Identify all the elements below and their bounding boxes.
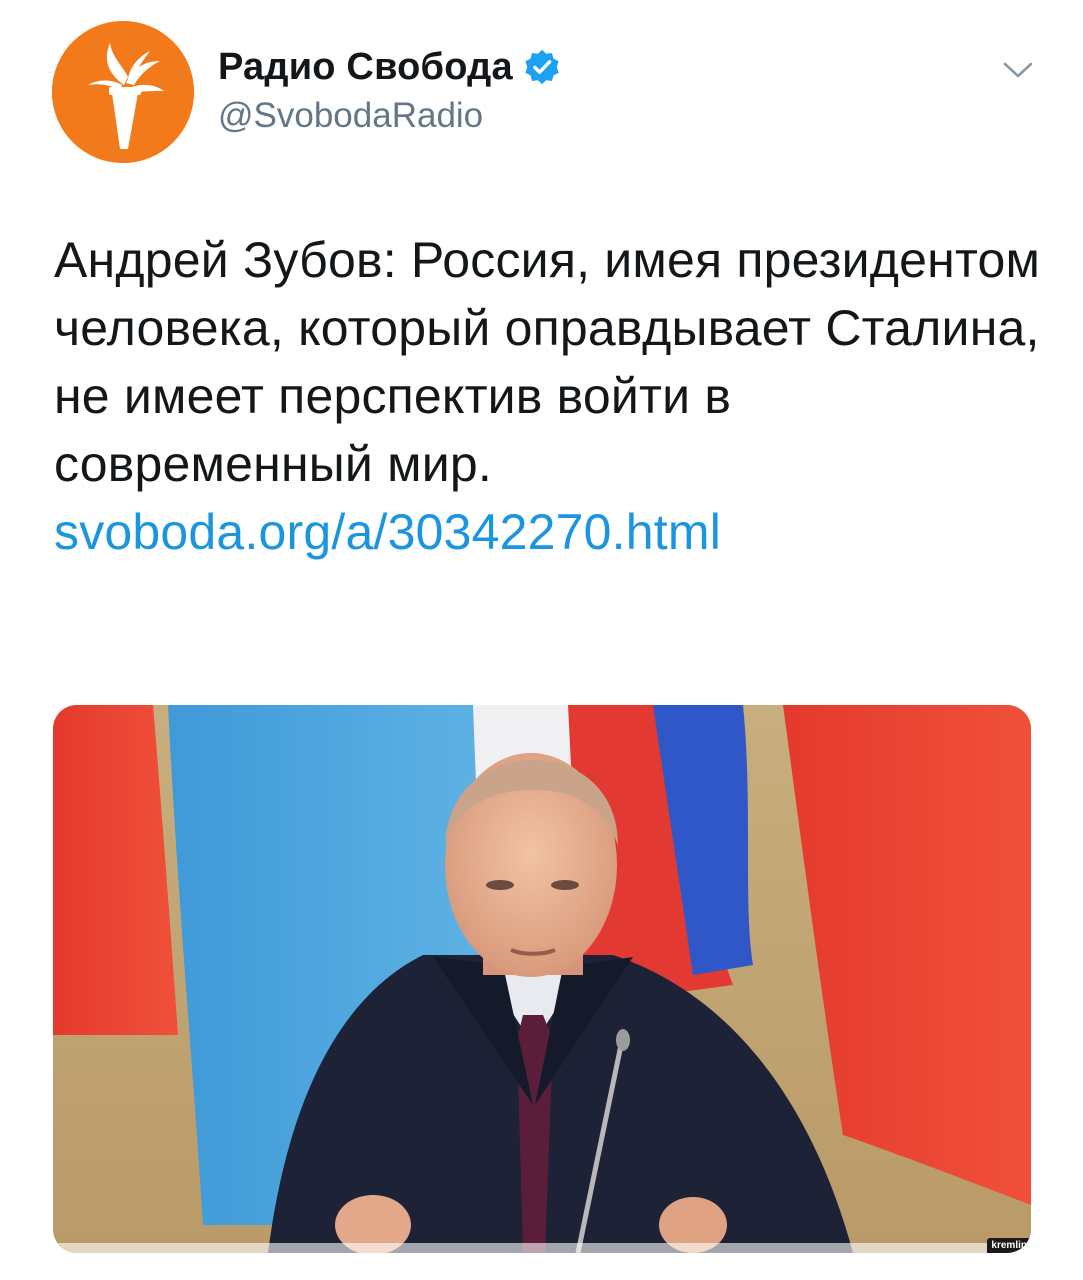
chevron-down-icon [1003, 62, 1033, 78]
tweet-card[interactable]: Радио Свобода @SvobodaRadio Андрей Зубов… [0, 0, 1083, 1280]
photo-image [53, 705, 1031, 1253]
photo-credit: kremlin [987, 1238, 1031, 1253]
tweet-body: Андрей Зубов: Россия, имея президентом ч… [54, 232, 1041, 492]
avatar[interactable] [52, 21, 194, 163]
author-handle[interactable]: @SvobodaRadio [218, 96, 483, 136]
verified-badge-icon [523, 48, 561, 86]
tweet-media-image[interactable]: kremlin [53, 705, 1031, 1253]
author-display-name[interactable]: Радио Свобода [218, 46, 513, 89]
torch-logo-icon [52, 21, 194, 163]
author-name-row[interactable]: Радио Свобода [218, 44, 561, 90]
tweet-menu-button[interactable] [1000, 52, 1036, 88]
tweet-text: Андрей Зубов: Россия, имея президентом ч… [54, 226, 1044, 566]
tweet-link[interactable]: svoboda.org/a/30342270.html [54, 504, 721, 560]
